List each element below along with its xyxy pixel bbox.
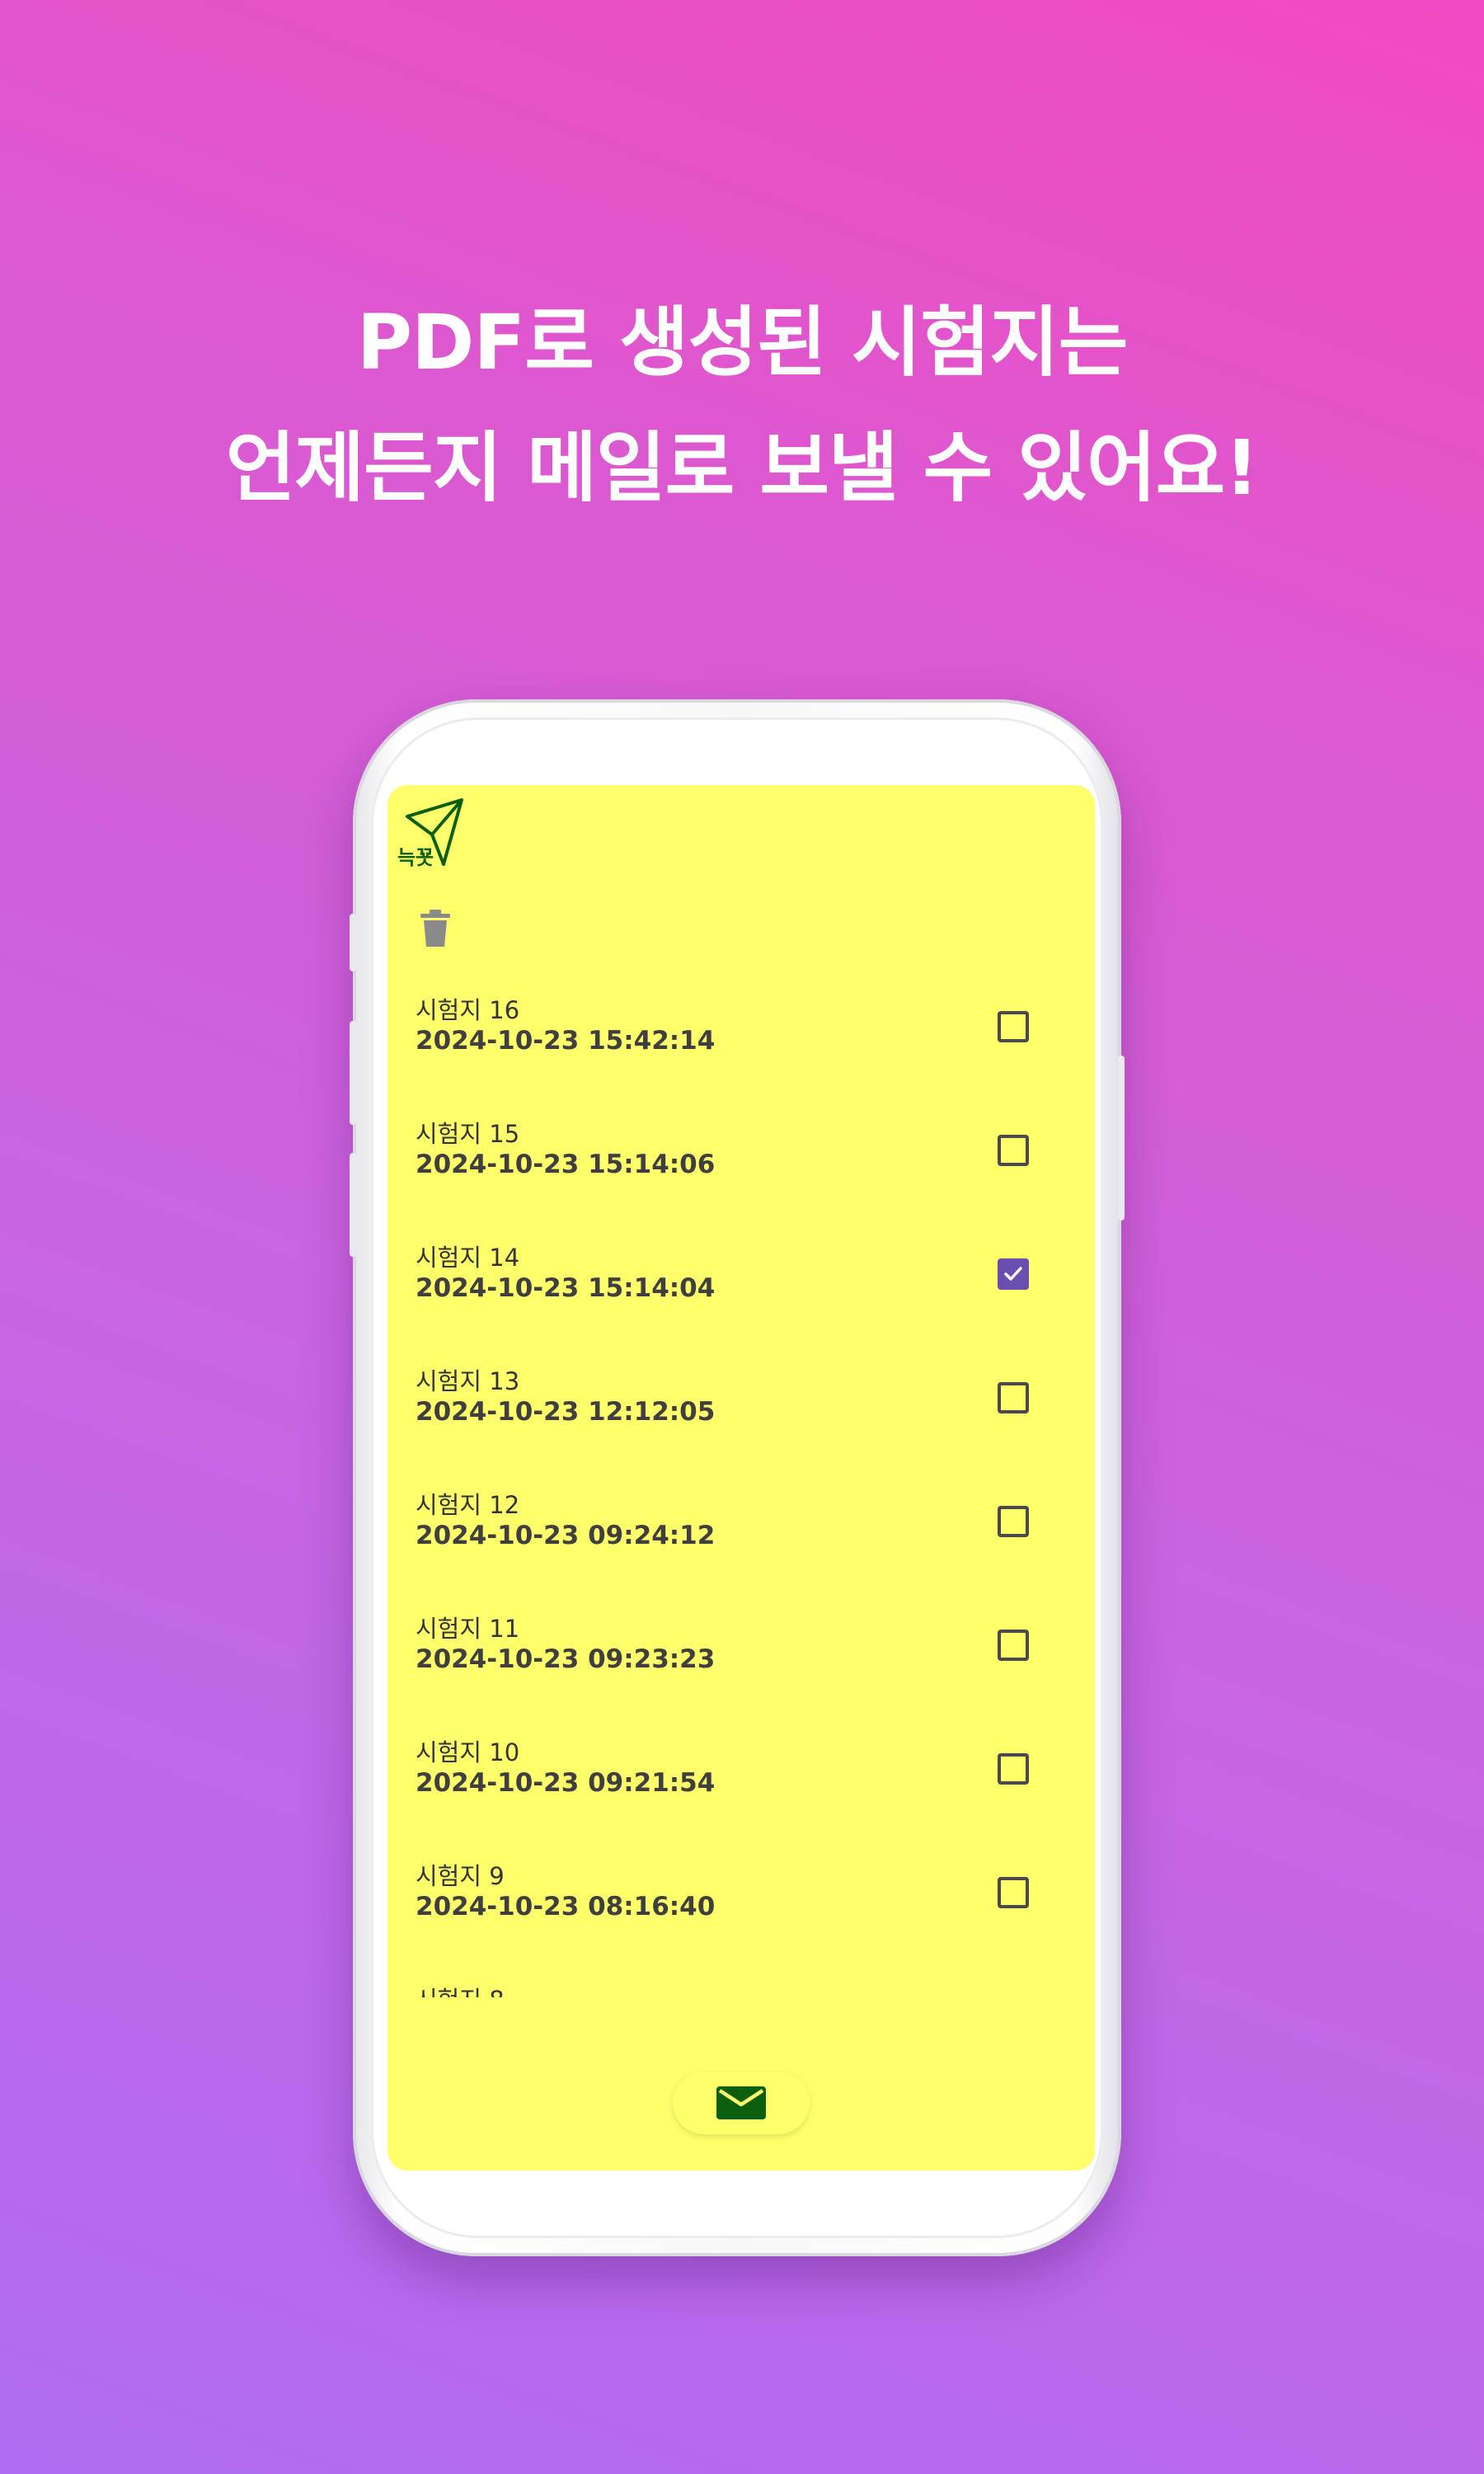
exam-select-checkbox[interactable]	[998, 1258, 1029, 1290]
checkmark-icon	[1004, 1267, 1022, 1281]
exam-title: 시험지 11	[416, 1615, 520, 1643]
exam-title: 시험지 16	[416, 996, 520, 1024]
exam-select-checkbox[interactable]	[998, 1753, 1029, 1785]
exam-list: 시험지 16 2024-10-23 15:42:14 시험지 15 2024-10-2…	[387, 991, 1095, 1997]
exam-list-item[interactable]: 시험지 16 2024-10-23 15:42:14	[387, 991, 1095, 1115]
exam-title: 시험지 10	[416, 1738, 520, 1766]
exam-title: 시험지 15	[416, 1120, 520, 1148]
exam-title: 시험지 12	[416, 1491, 520, 1519]
headline-line-2: 언제든지 메일로 보낼 수 있어요!	[225, 424, 1259, 512]
exam-list-item[interactable]: 시험지 11 2024-10-23 09:23:23	[387, 1610, 1095, 1733]
exam-date: 2024-10-23 09:24:12	[416, 1521, 716, 1550]
mail-icon	[716, 2086, 766, 2119]
exam-select-checkbox[interactable]	[998, 1506, 1029, 1537]
exam-select-checkbox[interactable]	[998, 1877, 1029, 1908]
exam-select-checkbox[interactable]	[998, 1630, 1029, 1661]
trash-icon[interactable]	[419, 909, 452, 948]
exam-select-checkbox[interactable]	[998, 1135, 1029, 1166]
exam-date: 2024-10-23 09:23:23	[416, 1644, 716, 1674]
phone-side-button-right	[1118, 1056, 1125, 1221]
exam-date: 2024-10-23 15:14:06	[416, 1150, 716, 1179]
exam-list-item[interactable]: 시험지 10 2024-10-23 09:21:54	[387, 1733, 1095, 1857]
exam-date: 2024-10-23 15:14:04	[416, 1273, 716, 1303]
promo-headline: PDF로 생성된 시험지는 언제든지 메일로 보낼 수 있어요!	[0, 280, 1484, 531]
exam-title: 시험지 8	[416, 1981, 505, 1997]
exam-title: 시험지 14	[416, 1244, 520, 1272]
logo-text: 늑꾯	[397, 846, 434, 868]
paper-plane-icon: 늑꾯	[397, 798, 463, 869]
exam-date: 2024-10-23 09:21:54	[416, 1768, 716, 1798]
send-mail-button[interactable]	[673, 2072, 810, 2134]
exam-select-checkbox[interactable]	[998, 1011, 1029, 1042]
exam-select-checkbox[interactable]	[998, 1382, 1029, 1413]
headline-line-1: PDF로 생성된 시험지는	[356, 299, 1129, 387]
exam-date: 2024-10-23 08:16:40	[416, 1892, 716, 1921]
exam-title: 시험지 9	[416, 1862, 505, 1890]
phone-side-button-left-1	[350, 914, 356, 971]
exam-list-item[interactable]: 시험지 14 2024-10-23 15:14:04	[387, 1239, 1095, 1362]
exam-date: 2024-10-23 12:12:05	[416, 1397, 716, 1427]
exam-list-item[interactable]: 시험지 8	[387, 1981, 1095, 1997]
exam-title: 시험지 13	[416, 1367, 520, 1395]
exam-date: 2024-10-23 15:42:14	[416, 1026, 716, 1056]
exam-list-item[interactable]: 시험지 13 2024-10-23 12:12:05	[387, 1362, 1095, 1486]
app-screen: 늑꾯 시험지 16 2024-10-23 15:42:14 시험지 15 2024-1…	[387, 785, 1095, 2171]
exam-list-item[interactable]: 시험지 15 2024-10-23 15:14:06	[387, 1115, 1095, 1239]
exam-list-item[interactable]: 시험지 9 2024-10-23 08:16:40	[387, 1857, 1095, 1981]
phone-side-button-left-2	[350, 1021, 356, 1125]
app-logo: 늑꾯	[396, 793, 470, 869]
exam-list-item[interactable]: 시험지 12 2024-10-23 09:24:12	[387, 1486, 1095, 1610]
phone-side-button-left-3	[350, 1153, 356, 1257]
